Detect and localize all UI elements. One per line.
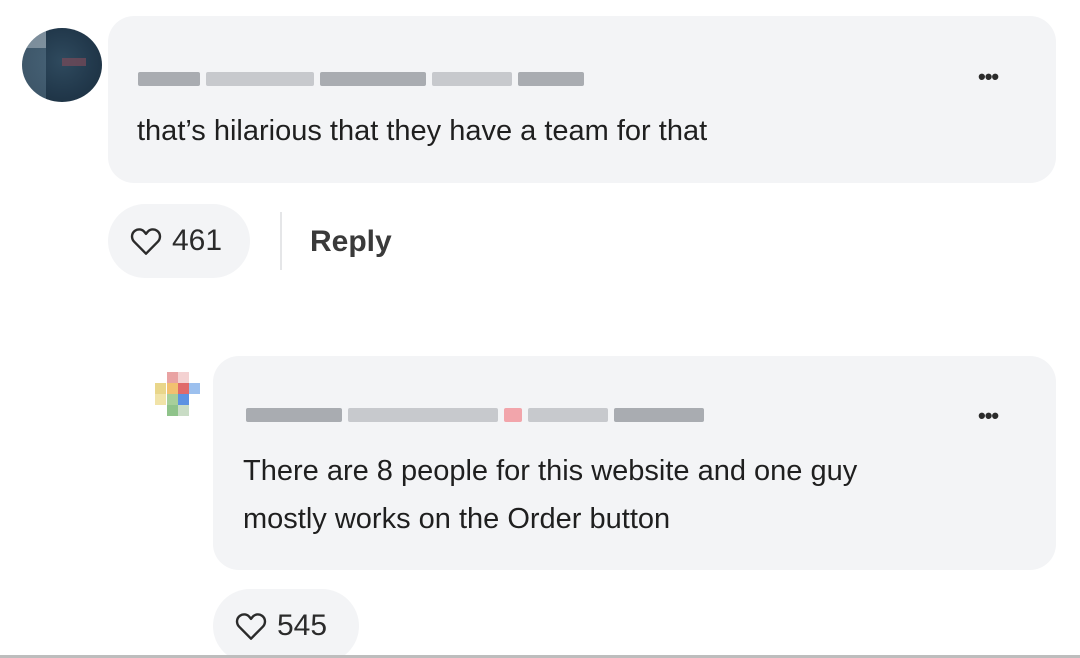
reply-button[interactable]: Reply	[310, 222, 392, 262]
reply-like-button[interactable]: 545	[213, 589, 359, 658]
reply-comment-bubble: ••• There are 8 people for this website …	[213, 356, 1056, 570]
user-avatar[interactable]	[22, 28, 102, 102]
more-options-icon[interactable]: •••	[978, 66, 999, 88]
heart-outline-icon	[235, 613, 267, 640]
reply-comment-text-line2: mostly works on the Order button	[243, 503, 671, 535]
like-count: 461	[172, 224, 223, 257]
action-divider	[280, 212, 282, 270]
comment-text: that’s hilarious that they have a team f…	[137, 115, 708, 147]
reply-like-count: 545	[277, 609, 328, 642]
comment-bubble: ••• that’s hilarious that they have a te…	[108, 16, 1056, 183]
heart-outline-icon	[130, 228, 162, 255]
reply-user-avatar[interactable]	[155, 372, 201, 418]
username-pixelated[interactable]	[138, 69, 584, 89]
reply-comment-text-line1: There are 8 people for this website and …	[243, 455, 858, 487]
like-button[interactable]: 461	[108, 204, 250, 278]
more-options-icon[interactable]: •••	[978, 405, 999, 427]
reply-username-pixelated[interactable]	[246, 405, 704, 425]
